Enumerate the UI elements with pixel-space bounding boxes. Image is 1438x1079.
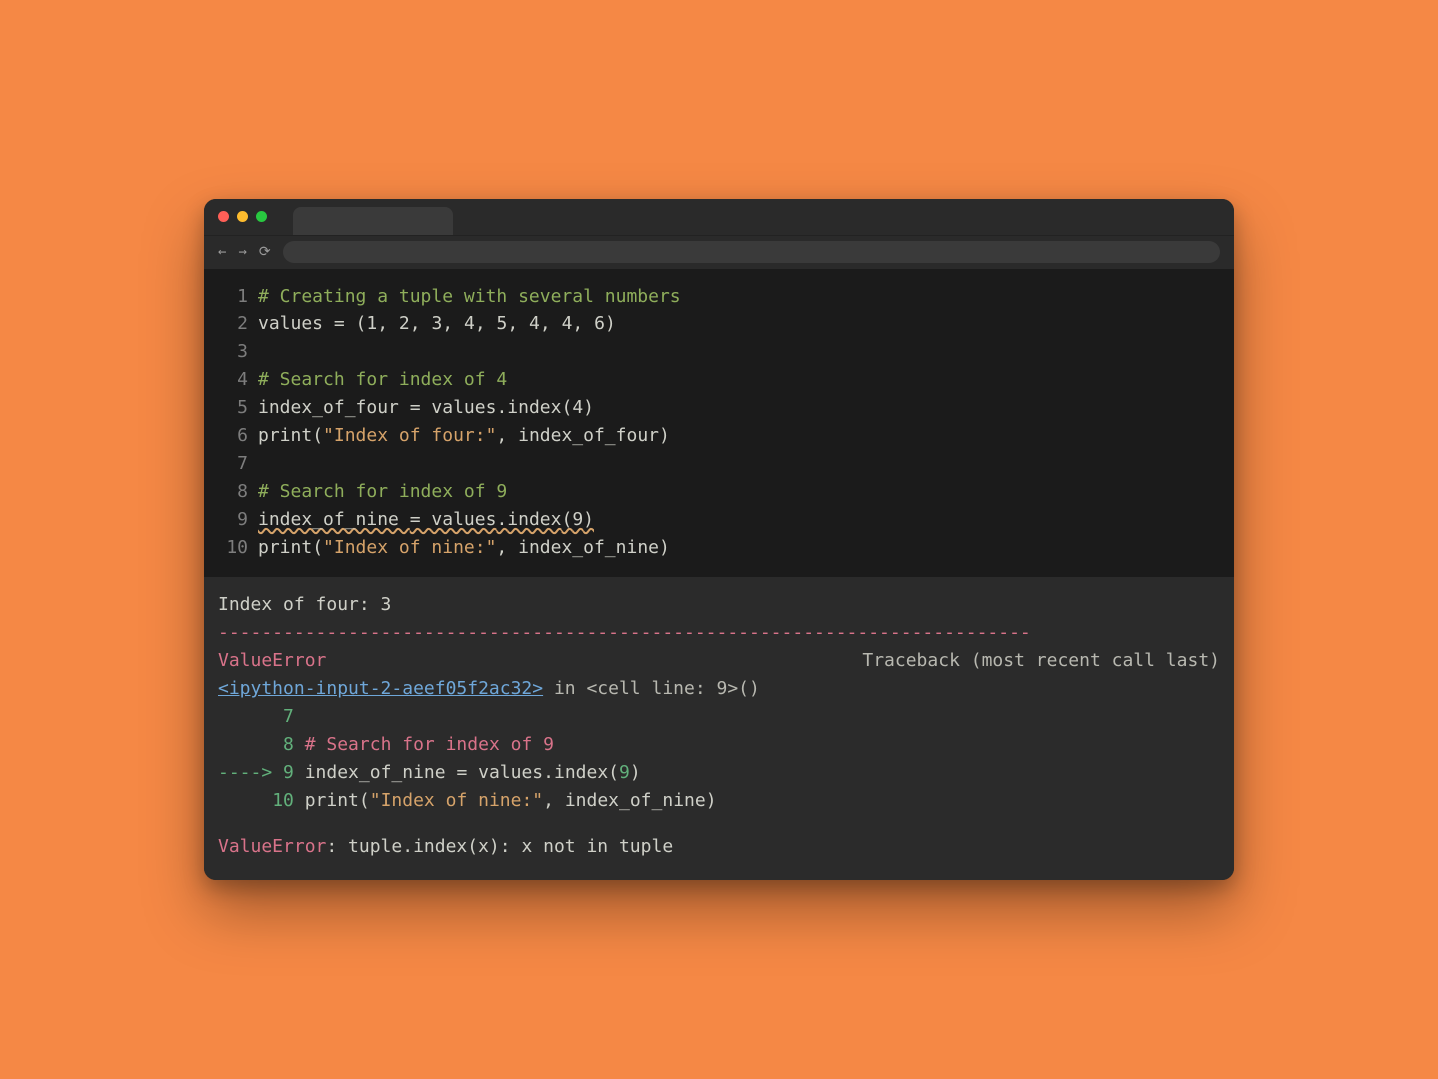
code-line[interactable]: 4# Search for index of 4 xyxy=(214,366,1224,394)
code-content[interactable]: # Creating a tuple with several numbers xyxy=(258,283,681,311)
back-icon[interactable]: ← xyxy=(218,245,226,259)
close-icon[interactable] xyxy=(218,211,229,222)
titlebar xyxy=(204,199,1234,235)
output-pane: Index of four: 3 ------------------------… xyxy=(204,577,1234,880)
code-content[interactable]: # Search for index of 4 xyxy=(258,366,507,394)
error-divider: ----------------------------------------… xyxy=(218,622,1031,643)
error-message: : tuple.index(x): x not in tuple xyxy=(326,836,673,857)
code-line[interactable]: 9index_of_nine = values.index(9) xyxy=(214,506,1224,534)
error-name: ValueError xyxy=(218,647,326,675)
traceback-line: 10 print("Index of nine:", index_of_nine… xyxy=(218,787,1220,815)
line-number: 6 xyxy=(214,422,258,450)
traceback-line: 8 # Search for index of 9 xyxy=(218,731,1220,759)
line-number: 10 xyxy=(214,534,258,562)
code-line[interactable]: 8# Search for index of 9 xyxy=(214,478,1224,506)
line-number: 1 xyxy=(214,283,258,311)
code-content[interactable]: # Search for index of 9 xyxy=(258,478,507,506)
code-line[interactable]: 1# Creating a tuple with several numbers xyxy=(214,283,1224,311)
line-number: 7 xyxy=(214,450,258,478)
url-input[interactable] xyxy=(283,241,1220,263)
line-number: 5 xyxy=(214,394,258,422)
browser-window: ← → ⟳ 1# Creating a tuple with several n… xyxy=(204,199,1234,881)
error-header: ValueError Traceback (most recent call la… xyxy=(218,647,1220,675)
code-line[interactable]: 6print("Index of four:", index_of_four) xyxy=(214,422,1224,450)
code-editor[interactable]: 1# Creating a tuple with several numbers… xyxy=(204,269,1234,578)
code-line[interactable]: 2values = (1, 2, 3, 4, 5, 4, 4, 6) xyxy=(214,310,1224,338)
output-line: ----------------------------------------… xyxy=(218,619,1220,647)
code-content[interactable]: print("Index of four:", index_of_four) xyxy=(258,422,670,450)
line-number: 2 xyxy=(214,310,258,338)
line-number: 9 xyxy=(214,506,258,534)
code-line[interactable]: 10print("Index of nine:", index_of_nine) xyxy=(214,534,1224,562)
line-number: 3 xyxy=(214,338,258,366)
source-link[interactable]: <ipython-input-2-aeef05f2ac32> xyxy=(218,678,543,699)
forward-icon[interactable]: → xyxy=(238,245,246,259)
traceback-label: Traceback (most recent call last) xyxy=(862,647,1220,675)
traceback-source: <ipython-input-2-aeef05f2ac32> in <cell … xyxy=(218,675,1220,703)
traceback-line: ----> 9 index_of_nine = values.index(9) xyxy=(218,759,1220,787)
code-line[interactable]: 5index_of_four = values.index(4) xyxy=(214,394,1224,422)
output-line: Index of four: 3 xyxy=(218,591,1220,619)
code-content[interactable]: index_of_nine = values.index(9) xyxy=(258,506,594,534)
stdout-text: Index of four: 3 xyxy=(218,594,391,615)
toolbar: ← → ⟳ xyxy=(204,235,1234,269)
code-line[interactable]: 7 xyxy=(214,450,1224,478)
maximize-icon[interactable] xyxy=(256,211,267,222)
reload-icon[interactable]: ⟳ xyxy=(259,245,271,259)
code-content[interactable]: print("Index of nine:", index_of_nine) xyxy=(258,534,670,562)
error-name: ValueError xyxy=(218,836,326,857)
error-summary: ValueError: tuple.index(x): x not in tup… xyxy=(218,833,1220,861)
minimize-icon[interactable] xyxy=(237,211,248,222)
code-content[interactable]: index_of_four = values.index(4) xyxy=(258,394,594,422)
code-line[interactable]: 3 xyxy=(214,338,1224,366)
line-number: 8 xyxy=(214,478,258,506)
traceback-line: 7 xyxy=(218,703,1220,731)
code-content[interactable]: values = (1, 2, 3, 4, 5, 4, 4, 6) xyxy=(258,310,616,338)
browser-tab[interactable] xyxy=(293,207,453,235)
line-number: 4 xyxy=(214,366,258,394)
